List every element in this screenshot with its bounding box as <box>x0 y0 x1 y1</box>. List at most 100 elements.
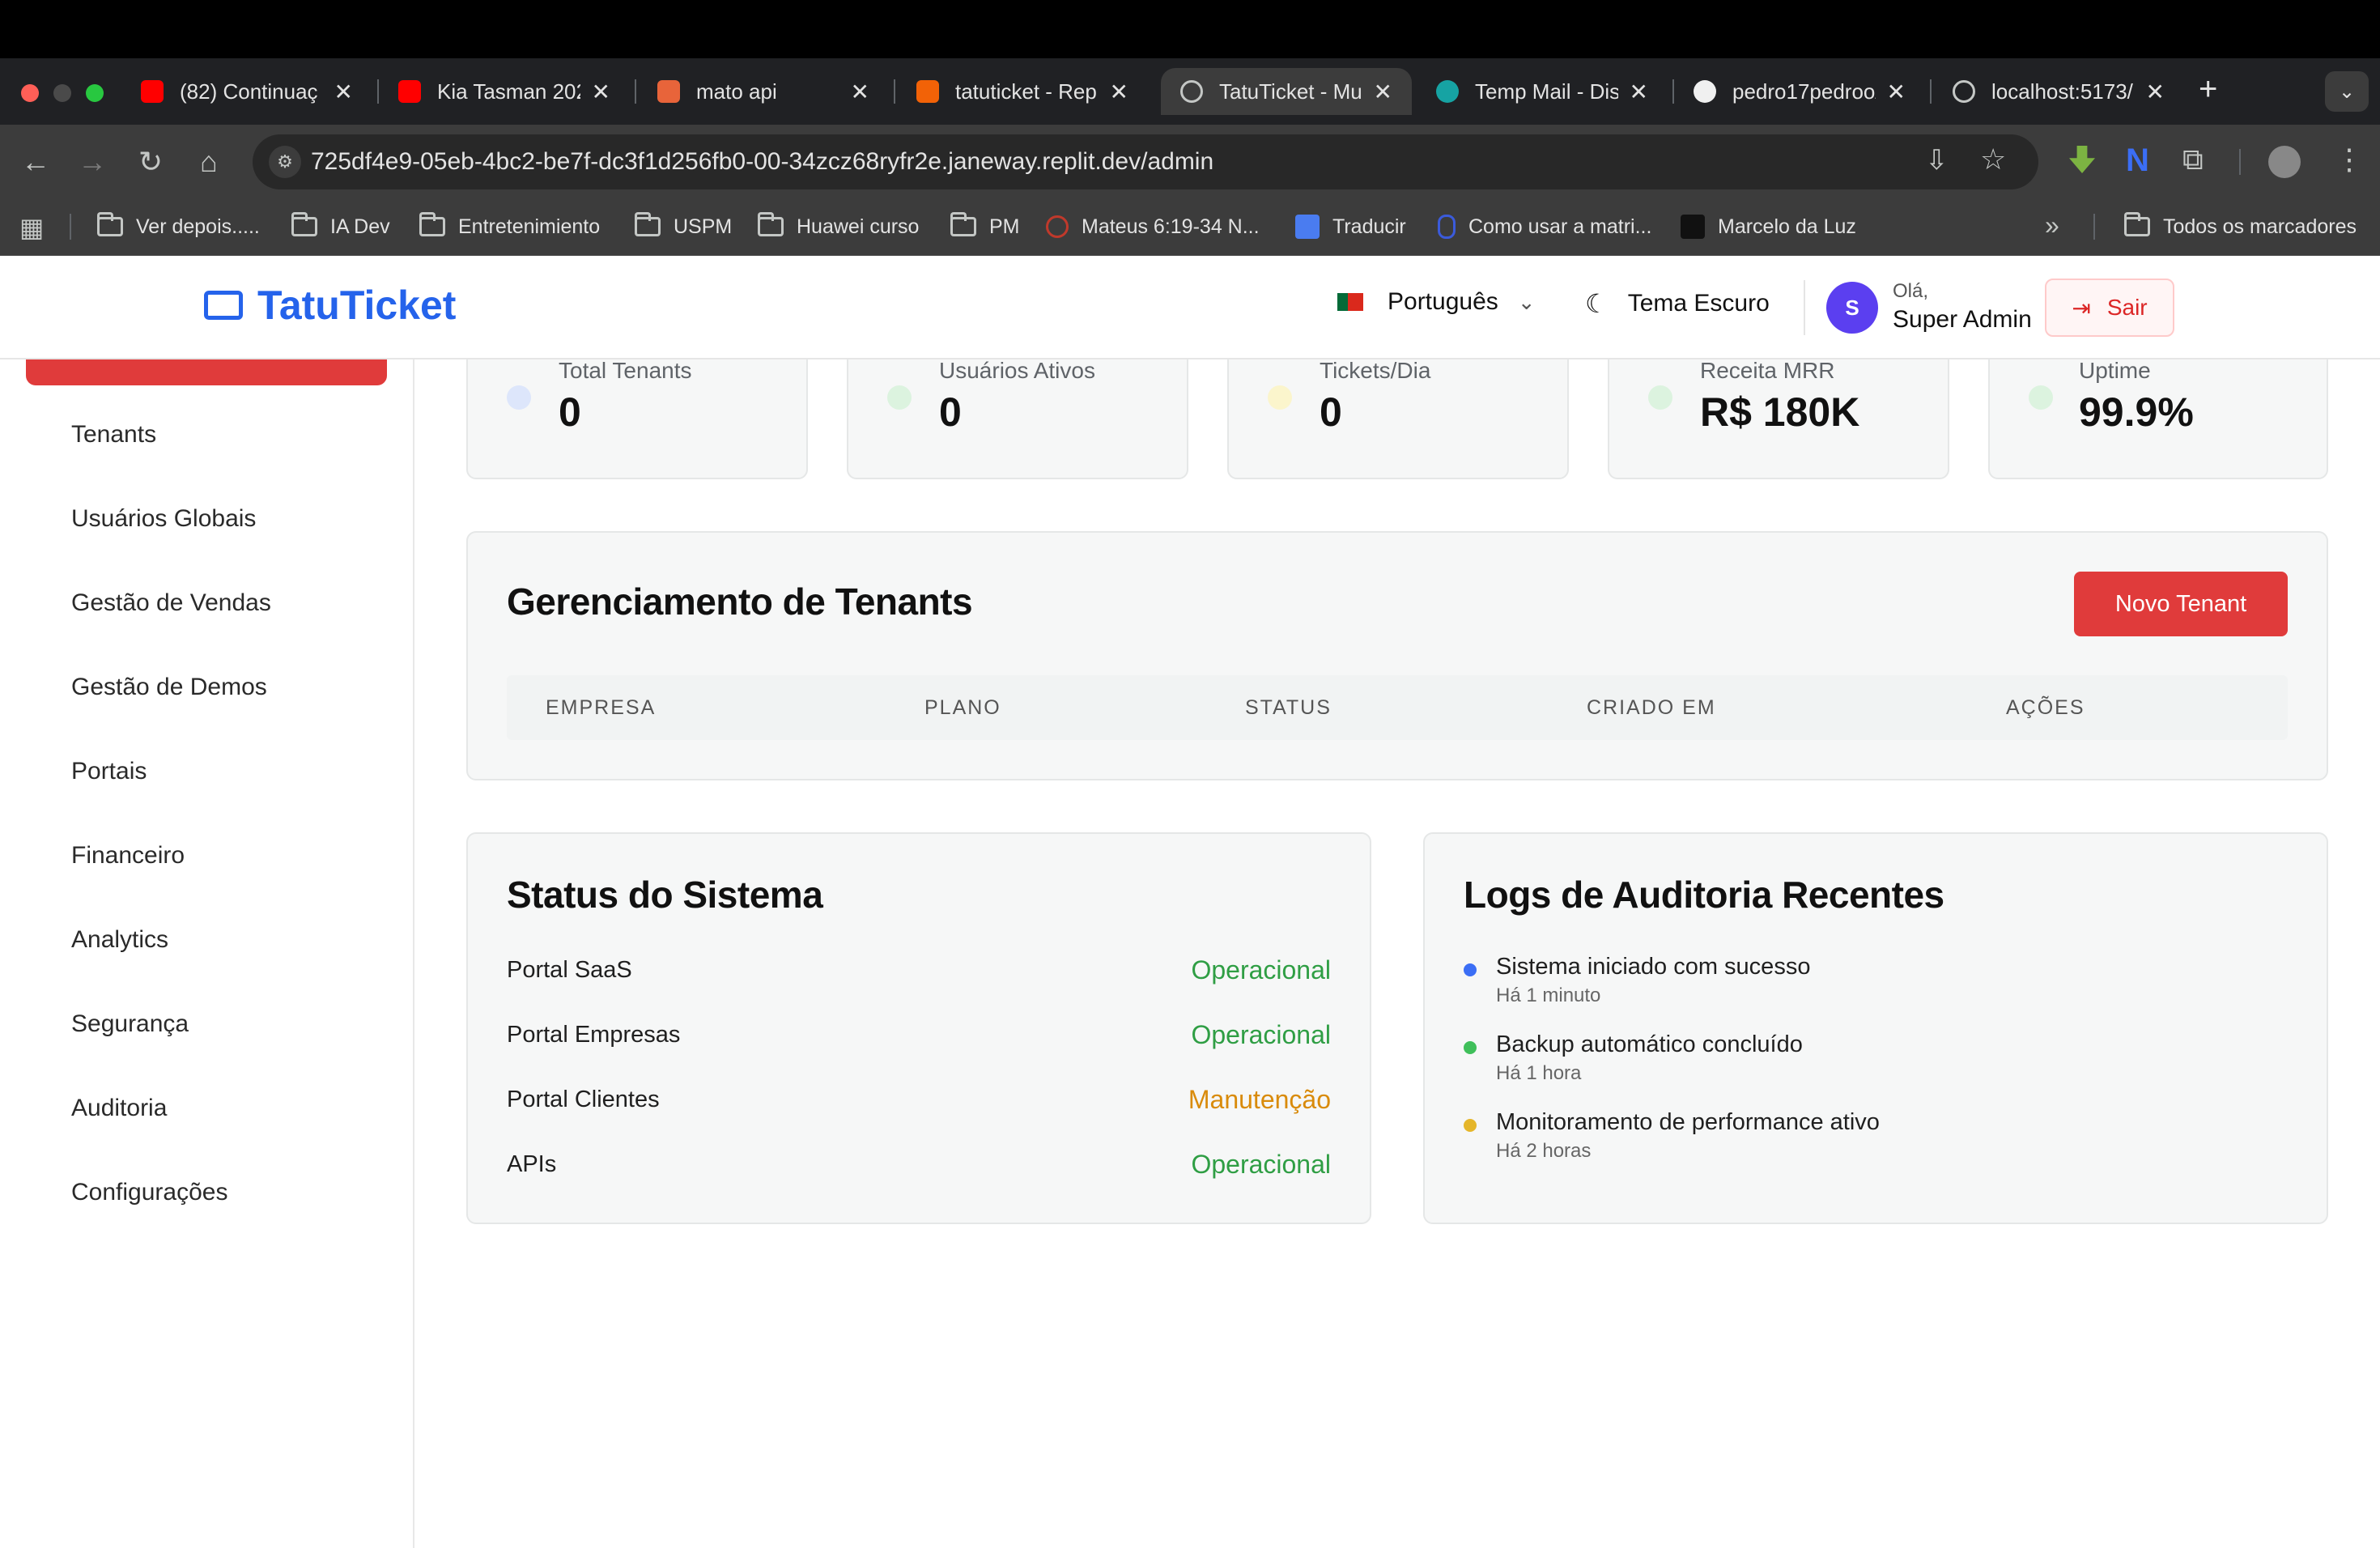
sidebar <box>0 359 414 1548</box>
bookmark-link[interactable]: Traducir <box>1295 212 1406 241</box>
sidebar-item-settings[interactable]: Configurações <box>71 1179 227 1206</box>
globe-icon <box>1180 80 1203 103</box>
apps-grid-icon[interactable]: ▦ <box>19 212 44 243</box>
system-item-name: Portal Empresas <box>507 1022 681 1048</box>
sidebar-item-demos[interactable]: Gestão de Demos <box>71 674 267 701</box>
tenants-card <box>466 531 2328 780</box>
sidebar-item-analytics[interactable]: Analytics <box>71 926 168 954</box>
ticket-icon <box>204 291 243 320</box>
sidebar-item-portals[interactable]: Portais <box>71 758 147 785</box>
home-icon[interactable]: ⌂ <box>191 144 227 180</box>
bookmark-folder[interactable]: Entretenimiento <box>419 212 600 241</box>
stat-value: 99.9% <box>2079 389 2194 435</box>
system-item-name: APIs <box>507 1151 557 1177</box>
bookmarks-separator <box>70 214 71 240</box>
system-status-title: Status do Sistema <box>507 874 823 916</box>
column-header-status[interactable]: STATUS <box>1245 696 1332 720</box>
folder-icon <box>97 212 123 236</box>
browser-tab[interactable]: mato api ✕ <box>638 68 889 115</box>
bookmark-folder[interactable]: USPM <box>635 212 732 241</box>
folder-icon <box>950 212 976 236</box>
address-bar[interactable]: ⚙ 725df4e9-05eb-4bc2-be7f-dc3f1d256fb0-0… <box>253 134 2038 189</box>
avatar[interactable]: S <box>1826 282 1878 334</box>
more-bookmarks-chevron-icon[interactable]: » <box>2045 211 2059 240</box>
greeting-label: Olá, <box>1893 280 1929 302</box>
system-item-status: Manutenção <box>1188 1085 1331 1114</box>
sidebar-item-audit[interactable]: Auditoria <box>71 1095 167 1122</box>
column-header-plan[interactable]: PLANO <box>924 696 1001 720</box>
sidebar-item-security[interactable]: Segurança <box>71 1010 189 1038</box>
close-tab-icon[interactable]: ✕ <box>592 79 610 105</box>
close-tab-icon[interactable]: ✕ <box>2146 79 2165 105</box>
reload-icon[interactable]: ↻ <box>133 144 168 180</box>
profile-avatar-icon[interactable] <box>2268 146 2301 178</box>
link-icon <box>1438 215 1456 239</box>
close-tab-icon[interactable]: ✕ <box>851 79 869 105</box>
install-app-icon[interactable]: ⇩ <box>1925 144 1949 176</box>
system-item-name: Portal SaaS <box>507 957 632 983</box>
browser-tab[interactable]: (82) Continuaç ✕ <box>121 68 372 115</box>
close-tab-icon[interactable]: ✕ <box>1630 79 1648 105</box>
new-tab-button[interactable]: + <box>2199 71 2217 108</box>
language-selector[interactable]: Português ⌄ <box>1337 288 1536 316</box>
youtube-icon <box>141 80 164 103</box>
sidebar-active-item[interactable] <box>26 359 387 385</box>
forward-arrow-icon[interactable]: → <box>74 144 110 180</box>
n-extension-icon[interactable]: N <box>2126 142 2149 179</box>
new-tenant-button[interactable]: Novo Tenant <box>2074 572 2288 636</box>
browser-tab-active[interactable]: TatuTicket - Mu ✕ <box>1161 68 1412 115</box>
browser-tab[interactable]: Kia Tasman 202 ✕ <box>379 68 630 115</box>
log-entry-time: Há 1 minuto <box>1496 985 1601 1006</box>
extensions-puzzle-icon[interactable]: ⧉ <box>2182 142 2204 177</box>
column-header-created[interactable]: CRIADO EM <box>1587 696 1716 720</box>
log-dot-icon <box>1464 1119 1477 1132</box>
top-strip <box>0 0 2380 58</box>
bookmark-folder[interactable]: Ver depois..... <box>97 212 260 241</box>
bookmark-folder[interactable]: PM <box>950 212 1020 241</box>
tenants-title: Gerenciamento de Tenants <box>507 580 973 623</box>
bookmark-folder[interactable]: IA Dev <box>291 212 390 241</box>
stat-label: Tickets/Dia <box>1320 358 1431 383</box>
bookmark-link[interactable]: Marcelo da Luz <box>1681 212 1856 241</box>
logout-button[interactable]: ⇥ Sair <box>2045 279 2174 337</box>
column-header-actions[interactable]: AÇÕES <box>2006 696 2085 720</box>
stat-value: R$ 180K <box>1700 389 1860 435</box>
close-tab-icon[interactable]: ✕ <box>1887 79 1906 105</box>
back-arrow-icon[interactable]: ← <box>18 144 53 180</box>
tab-separator <box>894 79 895 104</box>
sidebar-item-sales[interactable]: Gestão de Vendas <box>71 589 271 617</box>
browser-tab[interactable]: Temp Mail - Dis ✕ <box>1417 68 1668 115</box>
browser-tab[interactable]: tatuticket - Rep ✕ <box>897 68 1148 115</box>
brand-logo[interactable]: TatuTicket <box>204 282 456 329</box>
zoom-window-icon[interactable] <box>86 84 104 102</box>
theme-toggle[interactable]: ☾ Tema Escuro <box>1585 288 1770 319</box>
sidebar-item-tenants[interactable]: Tenants <box>71 421 156 449</box>
stat-indicator-icon <box>2029 385 2053 410</box>
bible-icon <box>1046 215 1069 238</box>
bookmark-link[interactable]: Como usar a matri... <box>1438 212 1651 241</box>
bookmark-link[interactable]: Mateus 6:19-34 N... <box>1046 212 1260 241</box>
log-entry-text: Monitoramento de performance ativo <box>1496 1109 1880 1135</box>
header-divider <box>1804 280 1805 335</box>
profile-icon <box>1681 215 1705 239</box>
replit-icon <box>916 80 939 103</box>
browser-menu-icon[interactable]: ⋮ <box>2335 142 2364 176</box>
all-bookmarks-folder[interactable]: Todos os marcadores <box>2124 212 2357 241</box>
site-settings-icon[interactable]: ⚙ <box>269 146 301 178</box>
toolbar-separator <box>2239 149 2241 175</box>
bookmark-star-icon[interactable]: ☆ <box>1980 142 2006 176</box>
log-entry-time: Há 2 horas <box>1496 1140 1592 1162</box>
bookmark-folder[interactable]: Huawei curso <box>758 212 919 241</box>
close-window-icon[interactable] <box>21 84 39 102</box>
log-dot-icon <box>1464 1041 1477 1054</box>
sidebar-item-global-users[interactable]: Usuários Globais <box>71 505 256 533</box>
close-tab-icon[interactable]: ✕ <box>1110 79 1128 105</box>
minimize-window-icon[interactable] <box>53 84 71 102</box>
browser-tab[interactable]: pedro17pedroo/ ✕ <box>1674 68 1925 115</box>
sidebar-item-finance[interactable]: Financeiro <box>71 842 185 870</box>
column-header-company[interactable]: EMPRESA <box>546 696 656 720</box>
close-tab-icon[interactable]: ✕ <box>1374 79 1392 105</box>
browser-tab[interactable]: localhost:5173/ ✕ <box>1933 68 2184 115</box>
close-tab-icon[interactable]: ✕ <box>334 79 353 105</box>
tab-search-chevron-icon[interactable]: ⌄ <box>2325 71 2369 112</box>
